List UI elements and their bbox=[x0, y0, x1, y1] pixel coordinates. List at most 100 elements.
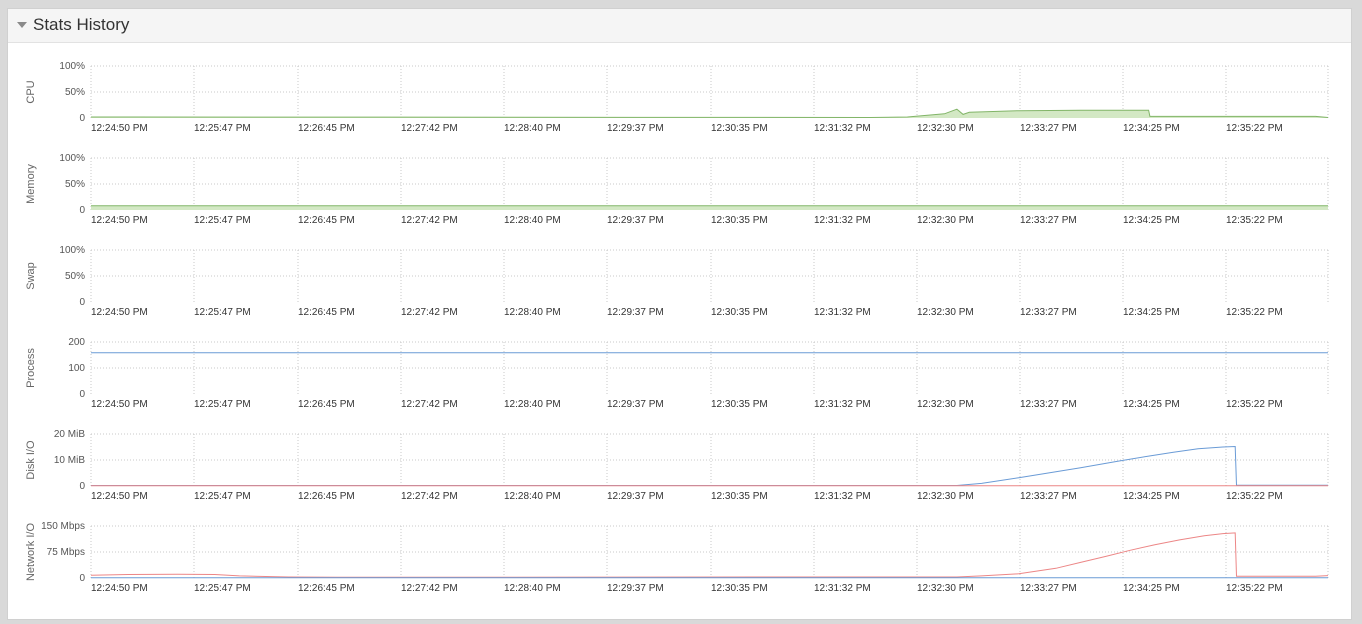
x-tick-label: 12:24:50 PM bbox=[91, 307, 148, 318]
x-tick-label: 12:35:22 PM bbox=[1226, 123, 1283, 134]
x-tick-label: 12:33:27 PM bbox=[1020, 123, 1077, 134]
x-tick-label: 12:33:27 PM bbox=[1020, 491, 1077, 502]
y-tick-label: 150 Mbps bbox=[41, 521, 85, 532]
x-tick-label: 12:32:30 PM bbox=[917, 491, 974, 502]
x-tick-label: 12:25:47 PM bbox=[194, 123, 251, 134]
x-tick-label: 12:24:50 PM bbox=[91, 215, 148, 226]
chart-swap: 100% 50% 0 Swap 12:24:50 PM 12:25:47 PM 12:26:… bbox=[25, 245, 1329, 318]
y-tick-label: 10 MiB bbox=[54, 455, 85, 466]
x-tick-label: 12:30:35 PM bbox=[711, 215, 768, 226]
x-tick-label: 12:28:40 PM bbox=[504, 215, 561, 226]
x-tick-label: 12:35:22 PM bbox=[1226, 399, 1283, 410]
y-tick-label: 0 bbox=[79, 573, 85, 584]
stats-charts: 100% 50% 0 CPU 12:24:50 PM 12:25:47 PM 12:26:4… bbox=[25, 61, 1329, 594]
chart-memory: 100% 50% 0 Memory 12:24:50 PM 12:25:47 PM 12:2… bbox=[25, 153, 1329, 226]
x-tick-label: 12:29:37 PM bbox=[607, 307, 664, 318]
x-tick-label: 12:35:22 PM bbox=[1226, 583, 1283, 594]
y-tick-label: 20 MiB bbox=[54, 429, 85, 440]
x-tick-label: 12:34:25 PM bbox=[1123, 399, 1180, 410]
x-tick-label: 12:33:27 PM bbox=[1020, 307, 1077, 318]
x-tick-label: 12:27:42 PM bbox=[401, 491, 458, 502]
x-tick-label: 12:32:30 PM bbox=[917, 215, 974, 226]
x-tick-label: 12:33:27 PM bbox=[1020, 583, 1077, 594]
y-axis-label: Memory bbox=[25, 164, 37, 204]
x-tick-label: 12:29:37 PM bbox=[607, 583, 664, 594]
y-tick-label: 200 bbox=[68, 337, 85, 348]
x-tick-label: 12:31:32 PM bbox=[814, 491, 871, 502]
y-tick-label: 0 bbox=[79, 297, 85, 308]
x-tick-label: 12:31:32 PM bbox=[814, 123, 871, 134]
y-axis-label: Swap bbox=[25, 262, 37, 290]
x-tick-label: 12:27:42 PM bbox=[401, 399, 458, 410]
x-tick-label: 12:32:30 PM bbox=[917, 399, 974, 410]
x-tick-label: 12:27:42 PM bbox=[401, 583, 458, 594]
y-tick-label: 0 bbox=[79, 205, 85, 216]
x-tick-label: 12:33:27 PM bbox=[1020, 215, 1077, 226]
x-tick-label: 12:26:45 PM bbox=[298, 307, 355, 318]
x-tick-label: 12:25:47 PM bbox=[194, 215, 251, 226]
x-tick-label: 12:29:37 PM bbox=[607, 123, 664, 134]
y-tick-label: 0 bbox=[79, 113, 85, 124]
y-tick-label: 100 bbox=[68, 363, 85, 374]
y-tick-label: 100% bbox=[59, 61, 85, 72]
x-tick-label: 12:28:40 PM bbox=[504, 307, 561, 318]
y-tick-label: 50% bbox=[65, 271, 85, 282]
x-tick-label: 12:28:40 PM bbox=[504, 491, 561, 502]
y-tick-label: 0 bbox=[79, 389, 85, 400]
chart-process: 200 100 0 Process 12:24:50 PM 12:25:47 PM 12:2… bbox=[25, 337, 1329, 410]
x-tick-label: 12:26:45 PM bbox=[298, 491, 355, 502]
y-axis-label: CPU bbox=[25, 80, 37, 103]
x-tick-label: 12:29:37 PM bbox=[607, 215, 664, 226]
x-tick-label: 12:25:47 PM bbox=[194, 307, 251, 318]
x-tick-label: 12:28:40 PM bbox=[504, 399, 561, 410]
x-tick-label: 12:31:32 PM bbox=[814, 307, 871, 318]
series-line-blue bbox=[91, 445, 1328, 486]
x-tick-label: 12:34:25 PM bbox=[1123, 123, 1180, 134]
series-line-red bbox=[90, 532, 1329, 578]
chart-network-i-o: 150 Mbps 75 Mbps 0 Network I/O 12:24:50 PM 12… bbox=[25, 521, 1329, 594]
x-tick-label: 12:28:40 PM bbox=[504, 583, 561, 594]
x-tick-label: 12:31:32 PM bbox=[814, 399, 871, 410]
x-tick-label: 12:26:45 PM bbox=[298, 215, 355, 226]
x-tick-label: 12:34:25 PM bbox=[1123, 583, 1180, 594]
x-tick-label: 12:26:45 PM bbox=[298, 399, 355, 410]
y-axis-label: Network I/O bbox=[25, 523, 37, 582]
y-tick-label: 100% bbox=[59, 245, 85, 256]
x-tick-label: 12:31:32 PM bbox=[814, 583, 871, 594]
series-area bbox=[91, 205, 1328, 210]
x-tick-label: 12:24:50 PM bbox=[91, 491, 148, 502]
y-tick-label: 100% bbox=[59, 153, 85, 164]
x-tick-label: 12:30:35 PM bbox=[711, 583, 768, 594]
x-tick-label: 12:25:47 PM bbox=[194, 491, 251, 502]
x-tick-label: 12:30:35 PM bbox=[711, 491, 768, 502]
x-tick-label: 12:26:45 PM bbox=[298, 123, 355, 134]
x-tick-label: 12:35:22 PM bbox=[1226, 215, 1283, 226]
x-tick-label: 12:30:35 PM bbox=[711, 307, 768, 318]
x-tick-label: 12:25:47 PM bbox=[194, 583, 251, 594]
x-tick-label: 12:34:25 PM bbox=[1123, 307, 1180, 318]
y-axis-label: Process bbox=[25, 348, 37, 388]
x-tick-label: 12:24:50 PM bbox=[91, 123, 148, 134]
y-tick-label: 75 Mbps bbox=[47, 547, 85, 558]
x-tick-label: 12:29:37 PM bbox=[607, 399, 664, 410]
x-tick-label: 12:32:30 PM bbox=[917, 583, 974, 594]
x-tick-label: 12:27:42 PM bbox=[401, 307, 458, 318]
x-tick-label: 12:33:27 PM bbox=[1020, 399, 1077, 410]
x-tick-label: 12:32:30 PM bbox=[917, 123, 974, 134]
x-tick-label: 12:26:45 PM bbox=[298, 583, 355, 594]
y-axis-label: Disk I/O bbox=[25, 440, 37, 480]
x-tick-label: 12:31:32 PM bbox=[814, 215, 871, 226]
x-tick-label: 12:24:50 PM bbox=[91, 583, 148, 594]
y-tick-label: 0 bbox=[79, 481, 85, 492]
x-tick-label: 12:30:35 PM bbox=[711, 123, 768, 134]
x-tick-label: 12:27:42 PM bbox=[401, 123, 458, 134]
x-tick-label: 12:32:30 PM bbox=[917, 307, 974, 318]
y-tick-label: 50% bbox=[65, 179, 85, 190]
chart-disk-i-o: 20 MiB 10 MiB 0 Disk I/O 12:24:50 PM 12:25:47… bbox=[25, 429, 1329, 502]
x-tick-label: 12:25:47 PM bbox=[194, 399, 251, 410]
x-tick-label: 12:28:40 PM bbox=[504, 123, 561, 134]
chart-cpu: 100% 50% 0 CPU 12:24:50 PM 12:25:47 PM 12:26:4… bbox=[25, 61, 1329, 134]
x-tick-label: 12:24:50 PM bbox=[91, 399, 148, 410]
x-tick-label: 12:35:22 PM bbox=[1226, 307, 1283, 318]
x-tick-label: 12:30:35 PM bbox=[711, 399, 768, 410]
